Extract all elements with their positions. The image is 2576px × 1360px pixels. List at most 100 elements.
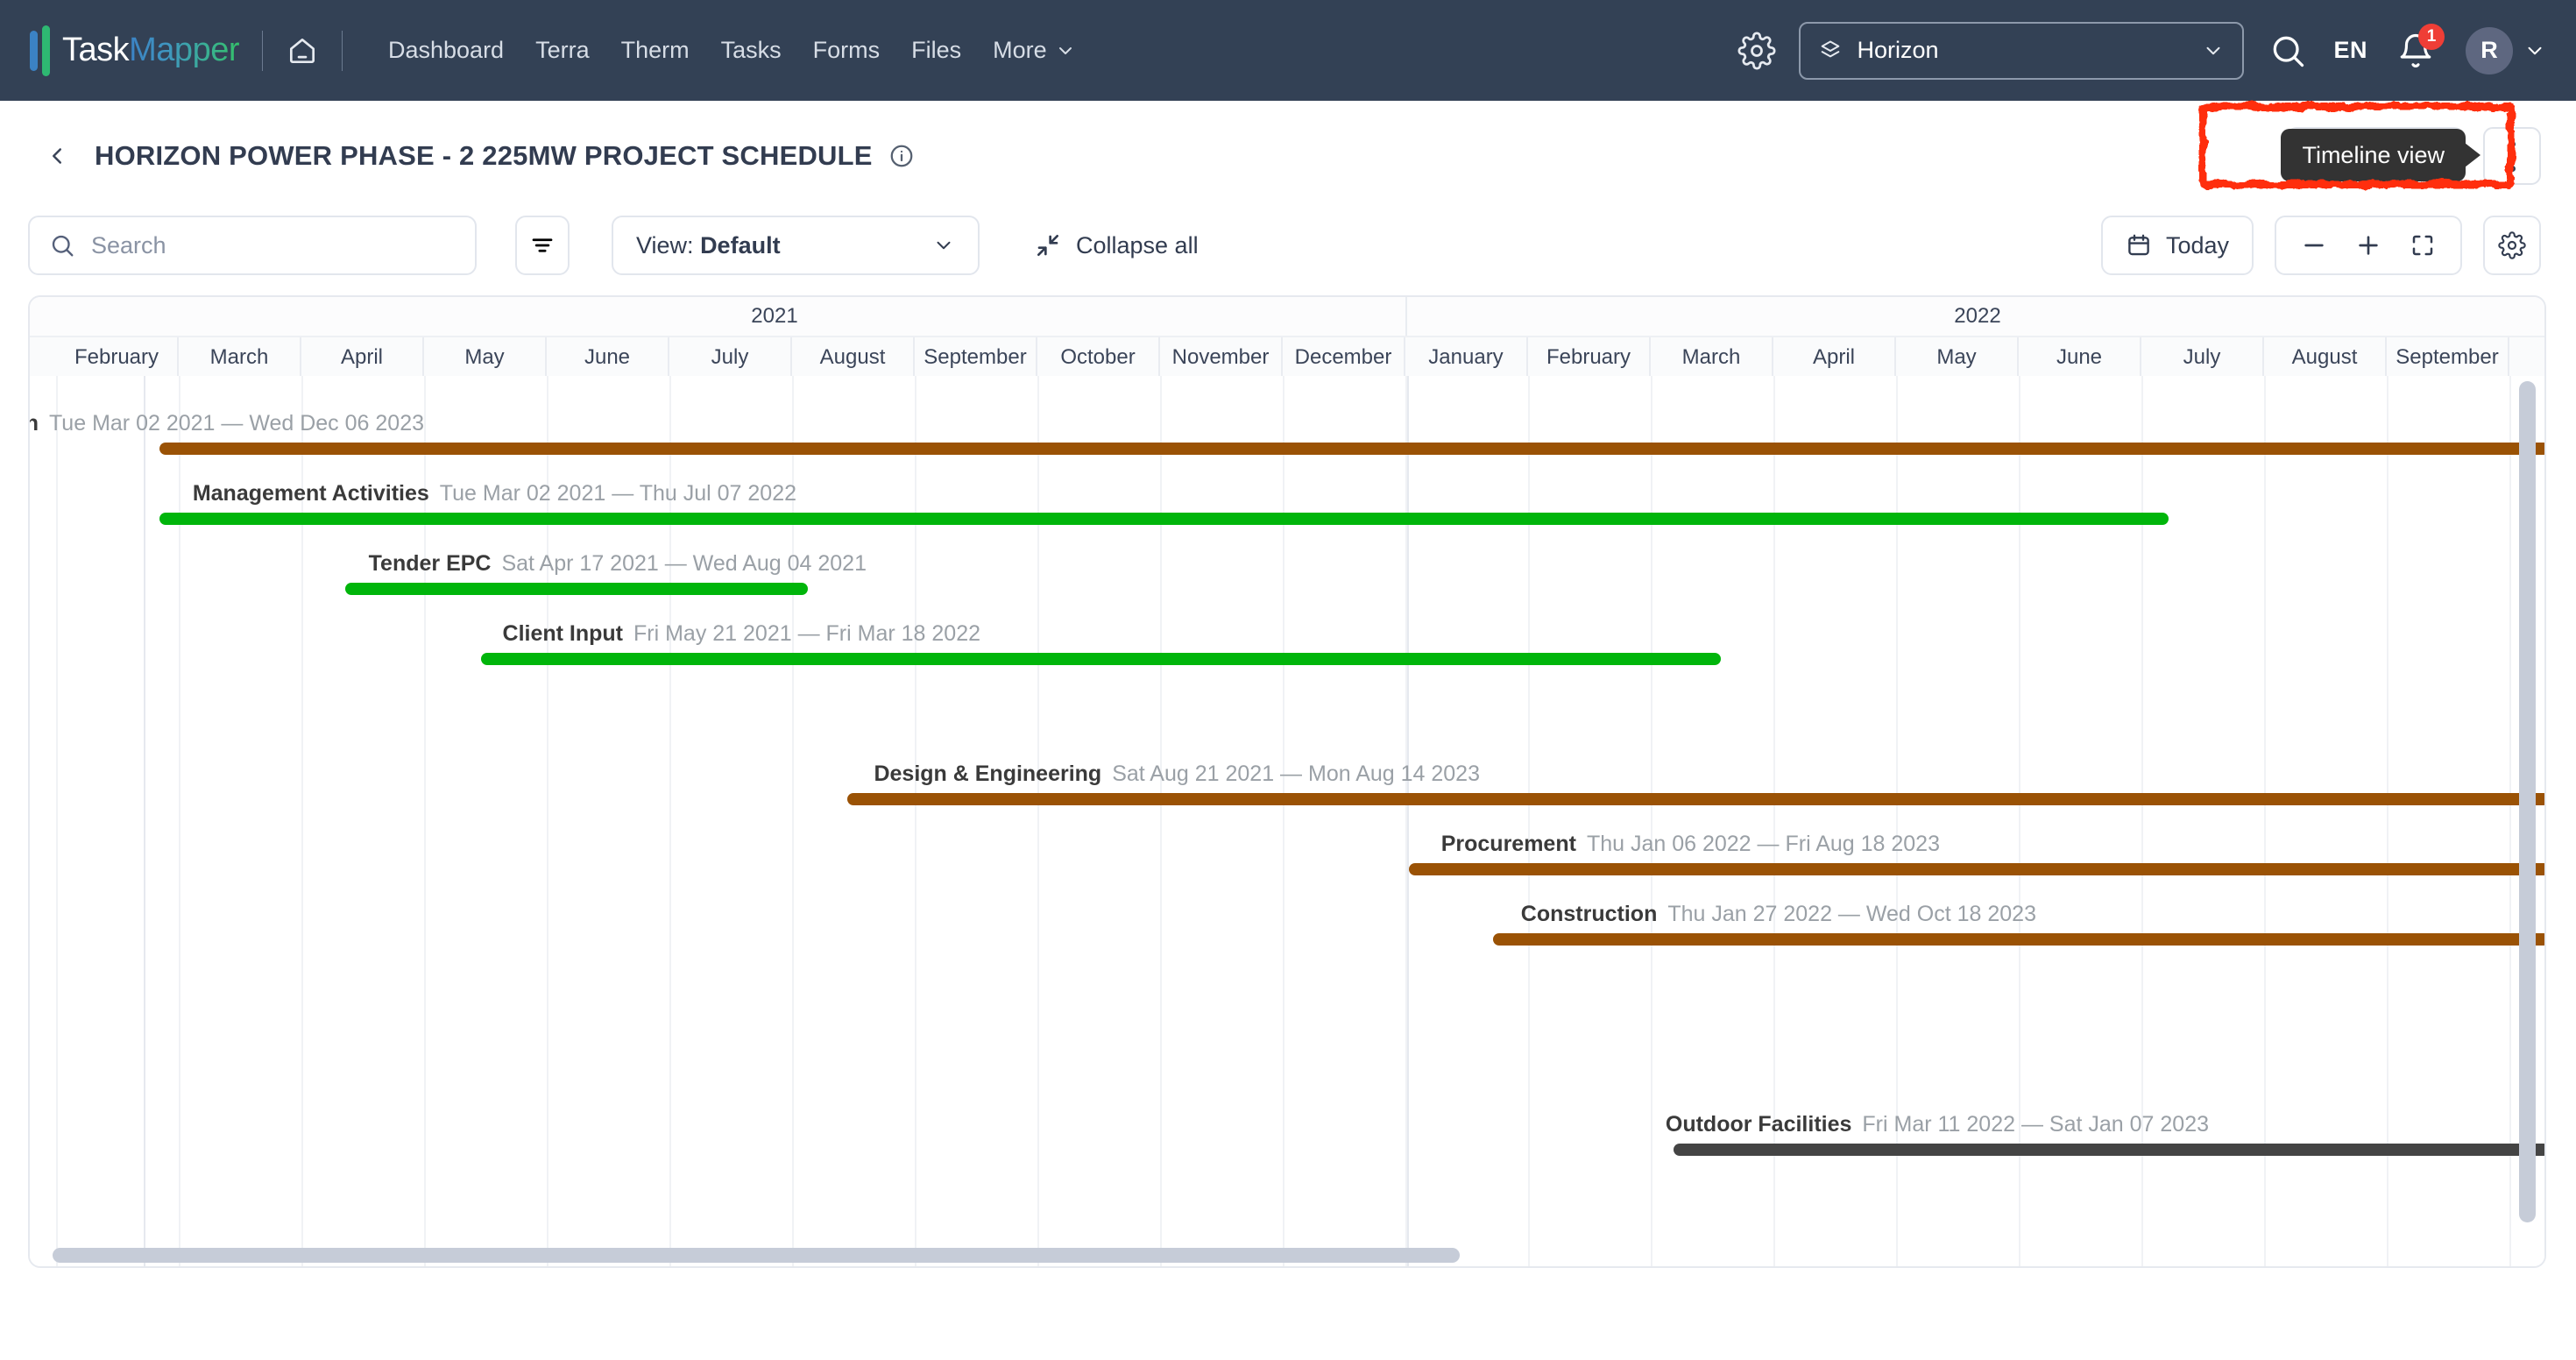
nav-label: More — [993, 37, 1047, 63]
plus-icon — [2359, 236, 2378, 255]
view-value: Default — [700, 231, 781, 259]
gantt-task-label[interactable]: Tender EPC Sat Apr 17 2021 — Wed Aug 04 2… — [369, 553, 867, 575]
search-icon[interactable] — [2268, 32, 2307, 70]
timeline-gridline — [669, 376, 671, 1266]
gantt-chart: 2021 2022 February March April May June July Au… — [28, 295, 2546, 1268]
timeline-month-label: O — [2509, 337, 2544, 378]
language-selector[interactable]: EN — [2333, 37, 2367, 64]
nav-item-files[interactable]: Files — [911, 37, 961, 64]
gantt-body[interactable]: 190MW RS Project Nokh Tue Mar 02 2021 — W… — [30, 376, 2544, 1266]
timeline-gridline — [1528, 376, 1530, 1266]
timeline-month-label: April — [1773, 337, 1896, 378]
timeline-month-label: October — [1037, 337, 1160, 378]
back-button[interactable] — [44, 143, 70, 169]
nav-item-tasks[interactable]: Tasks — [721, 37, 782, 64]
info-icon[interactable] — [888, 143, 915, 169]
gantt-task-bar[interactable] — [159, 443, 2544, 455]
horizontal-scrollbar[interactable] — [53, 1248, 1460, 1263]
nav-label: Dashboard — [387, 37, 505, 63]
home-icon[interactable] — [286, 34, 319, 67]
gantt-settings-button[interactable] — [2483, 216, 2541, 275]
more-options-button[interactable] — [2483, 127, 2541, 185]
top-navbar: TaskMapper Dashboard Terra Therm Tasks F… — [0, 0, 2576, 101]
filter-icon — [532, 238, 553, 252]
gantt-task-dates: Thu Jan 27 2022 — Wed Oct 18 2023 — [1667, 902, 2036, 926]
gantt-task-name: Construction — [1520, 902, 1658, 926]
project-name: Horizon — [1857, 37, 1939, 63]
minus-icon — [2304, 244, 2324, 247]
timeline-gridline — [1037, 376, 1039, 1266]
gantt-task-label[interactable]: Client Input Fri May 21 2021 — Fri Mar 18… — [503, 623, 980, 645]
gantt-task-dates: Tue Mar 02 2021 — Thu Jul 07 2022 — [439, 481, 796, 506]
gantt-task-bar[interactable] — [1674, 1144, 2544, 1156]
nav-item-dashboard[interactable]: Dashboard — [388, 37, 504, 64]
zoom-in-button[interactable] — [2341, 217, 2396, 273]
gantt-task-bar[interactable] — [345, 583, 808, 595]
collapse-all-label: Collapse all — [1076, 231, 1199, 259]
timeline-month-label: November — [1160, 337, 1283, 378]
page-header: HORIZON POWER PHASE - 2 225MW PROJECT SC… — [0, 103, 2576, 192]
horizontal-scrollbar-track[interactable] — [30, 1243, 2544, 1266]
avatar[interactable]: R — [2466, 26, 2513, 74]
search-input[interactable] — [91, 231, 456, 259]
vertical-scrollbar[interactable] — [2519, 381, 2536, 1222]
logo-text-task: Task — [62, 32, 130, 68]
gantt-task-label[interactable]: Management Activities Tue Mar 02 2021 — T… — [193, 483, 796, 505]
search-input-wrapper[interactable] — [28, 216, 477, 275]
gantt-task-label[interactable]: Procurement Thu Jan 06 2022 — Fri Aug 18 … — [1441, 833, 1940, 855]
toolbar-right-group: Today — [2100, 216, 2541, 275]
notifications-button[interactable]: 1 — [2397, 23, 2445, 70]
filter-button[interactable] — [515, 216, 570, 275]
gantt-task-dates: Sat Apr 17 2021 — Wed Aug 04 2021 — [501, 551, 867, 576]
timeline-month-label: December — [1283, 337, 1405, 378]
timeline-month-label: February — [1528, 337, 1651, 378]
layers-icon — [1818, 39, 1843, 63]
today-button[interactable]: Today — [2100, 216, 2254, 275]
timeline-month-label: March — [1651, 337, 1773, 378]
collapse-all-button[interactable]: Collapse all — [1034, 231, 1199, 259]
chevron-down-icon[interactable] — [2523, 39, 2546, 62]
gantt-task-bar[interactable] — [481, 653, 1721, 665]
project-selector[interactable]: Horizon — [1799, 21, 2245, 80]
view-selector[interactable]: View: Default — [612, 216, 980, 275]
notification-badge: 1 — [2418, 23, 2445, 50]
timeline-month-label: June — [547, 337, 669, 378]
gear-icon[interactable] — [1737, 31, 1776, 70]
timeline-gridline — [1651, 376, 1652, 1266]
fullscreen-icon — [2412, 235, 2433, 256]
gantt-task-label[interactable]: Design & Engineering Sat Aug 21 2021 — Mo… — [874, 763, 1480, 785]
gantt-task-bar[interactable] — [159, 513, 2169, 525]
nav-item-more[interactable]: More — [993, 37, 1076, 64]
nav-label: Therm — [620, 37, 690, 63]
gantt-task-name: Procurement — [1440, 832, 1576, 856]
gantt-task-label[interactable]: Outdoor Facilities Fri Mar 11 2022 — Sat … — [1666, 1114, 2209, 1136]
gantt-task-bar[interactable] — [847, 793, 2544, 805]
timeline-year-label: 2022 — [1407, 297, 2544, 336]
fullscreen-button[interactable] — [2396, 217, 2450, 273]
timeline-gridline — [301, 376, 303, 1266]
timeline-month-label: May — [424, 337, 547, 378]
timeline-gridline — [792, 376, 794, 1266]
timeline-month-label: March — [179, 337, 301, 378]
gantt-task-name: Management Activities — [192, 481, 429, 506]
nav-links: Dashboard Terra Therm Tasks Forms Files … — [388, 37, 1076, 64]
gantt-task-label[interactable]: 190MW RS Project Nokh Tue Mar 02 2021 — W… — [30, 413, 424, 435]
nav-item-terra[interactable]: Terra — [535, 37, 590, 64]
gantt-task-bar[interactable] — [1493, 933, 2544, 946]
nav-item-therm[interactable]: Therm — [621, 37, 690, 64]
nav-item-forms[interactable]: Forms — [813, 37, 881, 64]
timeline-gridline — [915, 376, 916, 1266]
timeline-month-label: August — [2264, 337, 2387, 378]
gantt-toolbar: View: Default Collapse all Today — [0, 208, 2576, 283]
gantt-task-bar[interactable] — [1409, 863, 2544, 875]
view-prefix: View: — [636, 231, 694, 259]
gantt-task-label[interactable]: Construction Thu Jan 27 2022 — Wed Oct 18… — [1521, 903, 2036, 925]
timeline-gridline — [2264, 376, 2266, 1266]
page-header-actions: Timeline view — [2199, 103, 2541, 188]
gantt-task-name: 190MW RS Project Nokh — [30, 411, 39, 436]
nav-label: Terra — [535, 37, 590, 63]
timeline-gridline — [56, 376, 58, 1266]
logo-text-mapper: Mapper — [129, 32, 239, 68]
app-logo[interactable]: TaskMapper — [30, 25, 239, 76]
zoom-out-button[interactable] — [2287, 217, 2341, 273]
